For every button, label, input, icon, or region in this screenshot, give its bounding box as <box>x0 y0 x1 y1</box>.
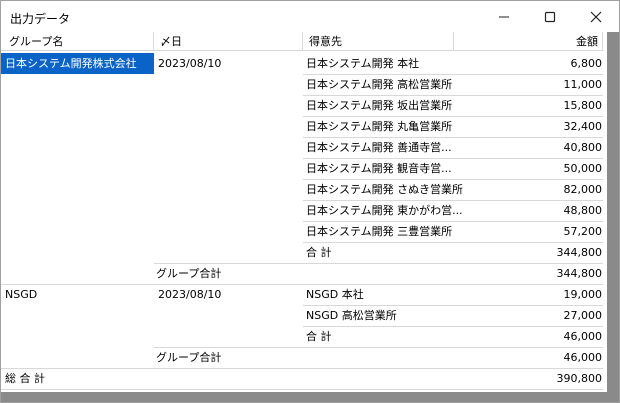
row-divider <box>1 389 603 390</box>
column-header-amount[interactable]: 金額 <box>454 32 603 51</box>
closing-date-cell[interactable]: 2023/08/10 <box>158 284 298 305</box>
close-icon <box>590 11 602 22</box>
column-header-customer[interactable]: 得意先 <box>303 32 454 51</box>
maximize-button[interactable] <box>527 1 573 32</box>
customer-cell[interactable]: 日本システム開発 善通寺営... <box>306 137 506 158</box>
customer-cell[interactable]: 日本システム開発 丸亀営業所 <box>306 116 506 137</box>
group-name-cell[interactable]: NSGD <box>5 284 153 305</box>
subtotal-label: 合 計 <box>306 246 332 259</box>
amount-cell[interactable]: 6,800 <box>506 53 603 74</box>
customer-cell[interactable]: 日本システム開発 観音寺営... <box>306 158 506 179</box>
customer-cell[interactable]: NSGD 本社 <box>306 284 506 305</box>
amount-cell[interactable]: 27,000 <box>506 305 603 326</box>
amount-cell[interactable]: 15,800 <box>506 95 603 116</box>
grand-total-label: 総 合 計 <box>5 372 45 385</box>
amount-cell[interactable]: 50,000 <box>506 158 603 179</box>
window-title: 出力データ <box>10 12 71 26</box>
maximize-icon <box>544 11 556 22</box>
amount-cell[interactable]: 82,000 <box>506 179 603 200</box>
customer-cell[interactable]: 日本システム開発 高松営業所 <box>306 74 506 95</box>
customer-cell[interactable]: 日本システム開発 本社 <box>306 53 506 74</box>
grand-total-amount[interactable]: 390,800 <box>506 368 603 389</box>
column-header-closing-date[interactable]: 〆日 <box>154 32 303 51</box>
customer-cell[interactable]: 日本システム開発 東かがわ営... <box>306 200 506 221</box>
column-header-group-name[interactable]: グループ名 <box>1 32 154 51</box>
closing-date-cell[interactable]: 2023/08/10 <box>158 53 298 74</box>
amount-cell[interactable]: 48,800 <box>506 200 603 221</box>
amount-cell[interactable]: 57,200 <box>506 221 603 242</box>
group-total-amount[interactable]: 344,800 <box>506 263 603 284</box>
amount-cell[interactable]: 32,400 <box>506 116 603 137</box>
customer-cell[interactable]: 日本システム開発 坂出営業所 <box>306 95 506 116</box>
minimize-button[interactable] <box>481 1 527 32</box>
close-button[interactable] <box>573 1 619 32</box>
group-total-amount[interactable]: 46,000 <box>506 347 603 368</box>
data-grid[interactable]: グループ名 〆日 得意先 金額 日本システム開発株式会社 2023/08/10 … <box>1 32 607 392</box>
subtotal-label: 合 計 <box>306 330 332 343</box>
customer-cell[interactable]: 日本システム開発 三豊営業所 <box>306 221 506 242</box>
customer-cell[interactable]: 日本システム開発 さぬき営業所 <box>306 179 506 200</box>
vertical-scrollbar[interactable] <box>607 32 619 392</box>
output-data-window: 出力データ グループ名 〆日 得意先 金額 日本システム開発株式会社 2023/… <box>0 0 620 403</box>
amount-cell[interactable]: 40,800 <box>506 137 603 158</box>
amount-cell[interactable]: 11,000 <box>506 74 603 95</box>
amount-cell[interactable]: 19,000 <box>506 284 603 305</box>
group-name-cell[interactable]: 日本システム開発株式会社 <box>1 53 154 74</box>
customer-cell[interactable]: NSGD 高松営業所 <box>306 305 506 326</box>
group-total-label: グループ合計 <box>156 267 222 280</box>
subtotal-amount[interactable]: 46,000 <box>506 326 603 347</box>
title-bar[interactable]: 出力データ <box>1 1 619 32</box>
horizontal-scrollbar[interactable] <box>1 392 619 402</box>
group-total-label: グループ合計 <box>156 351 222 364</box>
subtotal-amount[interactable]: 344,800 <box>506 242 603 263</box>
minimize-icon <box>499 16 509 17</box>
